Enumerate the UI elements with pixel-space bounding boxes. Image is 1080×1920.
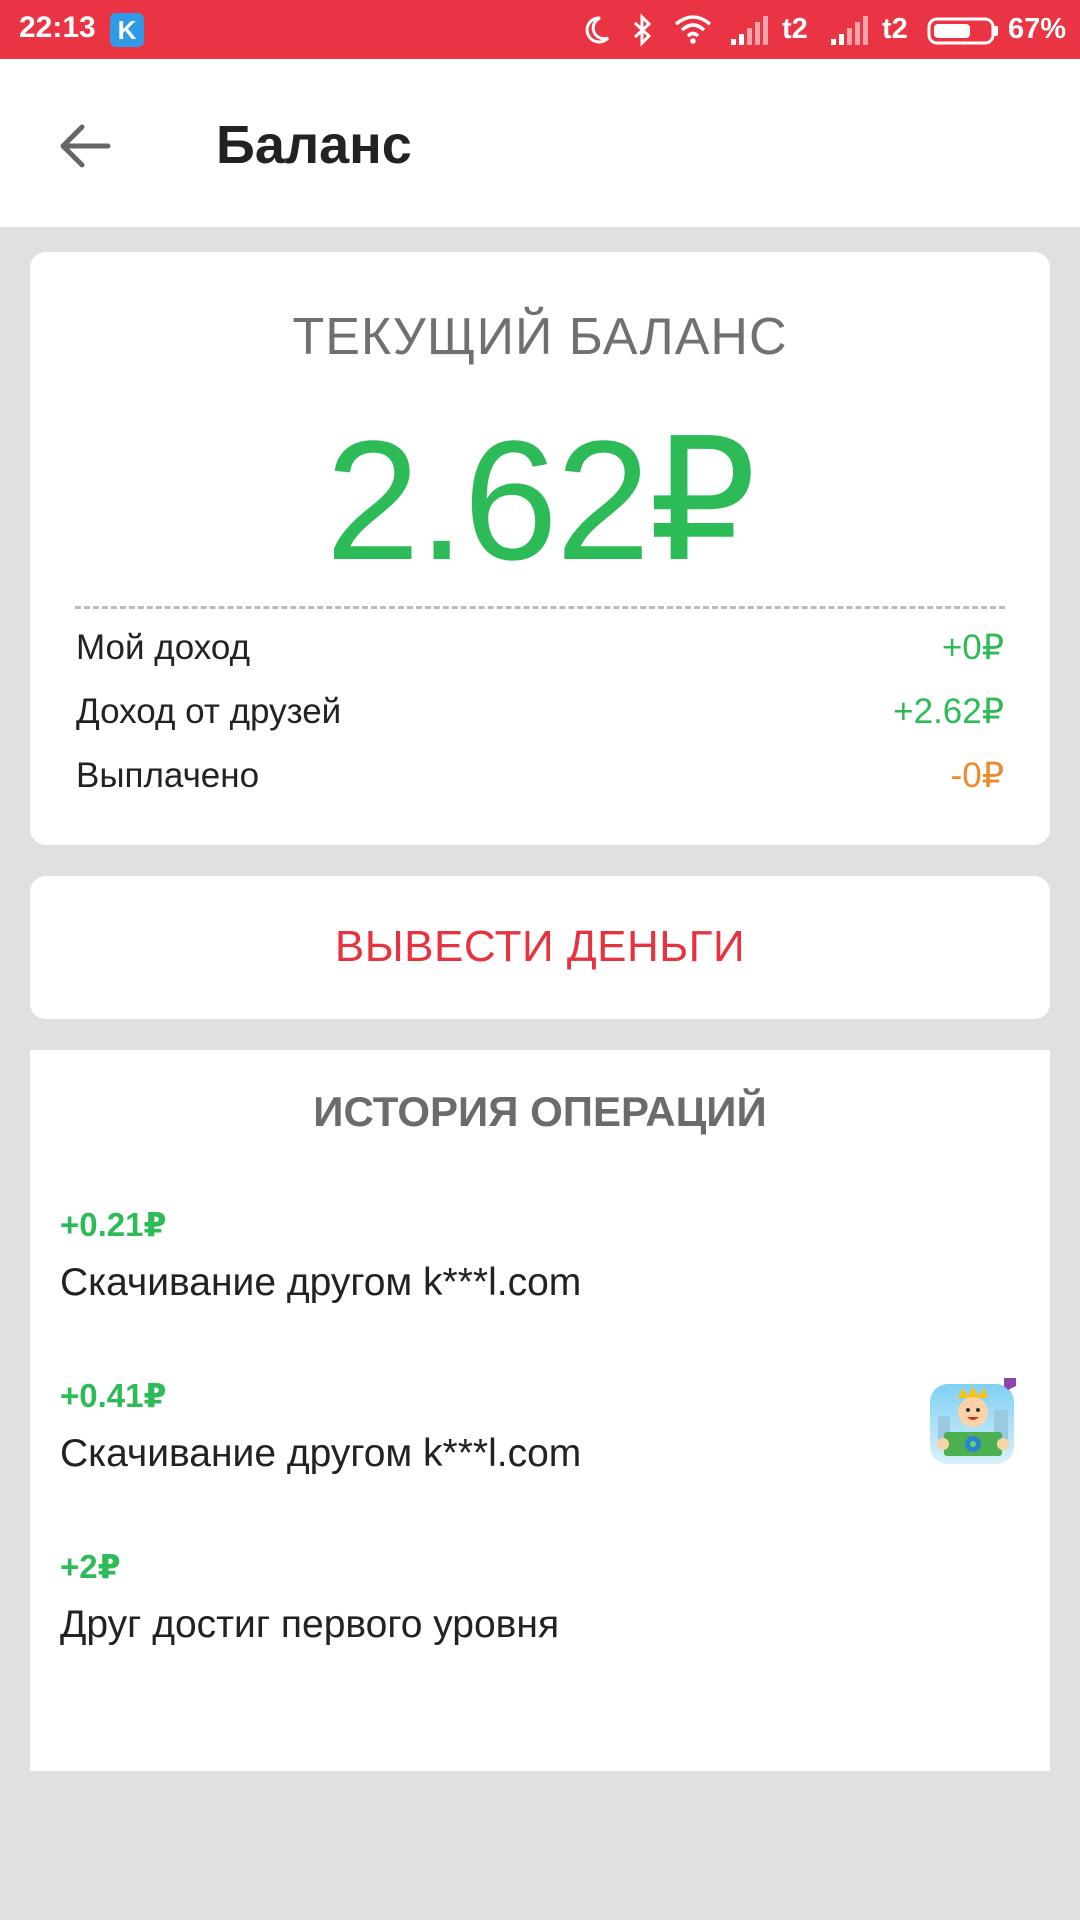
- withdraw-money-label: ВЫВЕСТИ ДЕНЬГИ: [334, 922, 746, 971]
- status-bar: 22:13 K t2 t2 67%: [0, 0, 1080, 59]
- history-item-description: Друг достиг первого уровня: [60, 1603, 560, 1646]
- balance-value: 2.62₽: [325, 406, 756, 596]
- dashed-divider: [75, 606, 1005, 609]
- friends-income-label: Доход от друзей: [76, 692, 342, 731]
- floating-app-icon[interactable]: [928, 1376, 1018, 1466]
- income-label: Мой доход: [76, 628, 251, 667]
- income-value: +0₽: [941, 628, 1004, 667]
- history-item-description: Скачивание другом k***l.com: [60, 1432, 582, 1475]
- page-title: Баланс: [216, 115, 412, 175]
- balance-label: ТЕКУЩИЙ БАЛАНС: [292, 308, 788, 366]
- carrier-label-2: t2: [882, 13, 908, 45]
- app-bar: Баланс: [0, 59, 1080, 227]
- battery-percentage: 67%: [1008, 13, 1067, 45]
- paid-out-row: Выплачено -0₽: [76, 756, 1004, 806]
- wifi-icon: [674, 15, 712, 44]
- balance-card: ТЕКУЩИЙ БАЛАНС 2.62₽ Мой доход +0₽ Доход…: [30, 252, 1050, 845]
- withdraw-money-button[interactable]: ВЫВЕСТИ ДЕНЬГИ: [30, 876, 1050, 1019]
- income-row: Мой доход +0₽: [76, 628, 1004, 678]
- arrow-back-icon[interactable]: [50, 111, 120, 181]
- history-title: ИСТОРИЯ ОПЕРАЦИЙ: [313, 1088, 767, 1135]
- paid-out-label: Выплачено: [76, 756, 260, 795]
- bluetooth-icon: [633, 13, 652, 47]
- friends-income-row: Доход от друзей +2.62₽: [76, 692, 1004, 742]
- history-item: +0.21₽ Скачивание другом k***l.com: [60, 1205, 960, 1305]
- status-time: 22:13: [19, 11, 96, 44]
- history-item-amount: +2₽: [60, 1548, 121, 1585]
- carrier-label-1: t2: [782, 13, 808, 45]
- friends-income-value: +2.62₽: [893, 692, 1004, 731]
- history-card: ИСТОРИЯ ОПЕРАЦИЙ +0.21₽ Скачивание друго…: [30, 1050, 1050, 1771]
- history-item-amount: +0.21₽: [60, 1206, 167, 1243]
- battery-icon: [927, 17, 998, 45]
- app-notification-icon: K: [110, 13, 144, 47]
- history-item: +2₽ Друг достиг первого уровня: [60, 1547, 960, 1647]
- history-item-description: Скачивание другом k***l.com: [60, 1261, 582, 1304]
- history-item-amount: +0.41₽: [60, 1377, 167, 1414]
- paid-out-value: -0₽: [950, 756, 1004, 795]
- history-item: +0.41₽ Скачивание другом k***l.com: [60, 1376, 960, 1476]
- signal-icon: [731, 16, 768, 45]
- moon-icon: [585, 16, 610, 44]
- signal-icon: [831, 16, 868, 45]
